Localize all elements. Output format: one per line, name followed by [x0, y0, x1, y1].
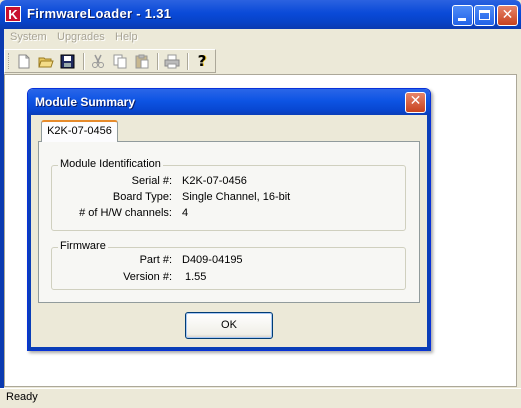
menu-bar: System Upgrades Help: [4, 29, 521, 48]
part-value: D409-04195: [182, 254, 243, 266]
minimize-icon: [458, 18, 466, 21]
version-value: 1.55: [185, 271, 207, 283]
toolbar-separator: [83, 53, 85, 70]
serial-label: Serial #:: [131, 175, 172, 187]
dialog-title-bar[interactable]: Module Summary ✕: [28, 89, 430, 115]
app-logo-icon: K: [5, 6, 21, 22]
main-title-bar[interactable]: K FirmwareLoader - 1.31 ✕: [0, 0, 521, 29]
channels-label: # of H/W channels:: [79, 207, 172, 219]
menu-system[interactable]: System: [10, 31, 47, 43]
toolbar: ?: [4, 49, 216, 73]
status-bar: Ready: [0, 388, 521, 408]
firmware-group: Firmware Part #: Version #: D409-04195 1…: [51, 240, 406, 290]
firmware-labels: Part #: Version #:: [52, 248, 172, 288]
dialog-close-button[interactable]: ✕: [405, 92, 426, 113]
window-title: FirmwareLoader - 1.31: [27, 6, 172, 21]
close-icon: ✕: [501, 7, 514, 23]
module-identification-group: Module Identification Serial #: Board Ty…: [51, 158, 406, 231]
tab-page: Module Identification Serial #: Board Ty…: [38, 141, 420, 303]
channels-value: 4: [182, 207, 189, 219]
board-type-value: Single Channel, 16-bit: [182, 191, 291, 203]
toolbar-separator: [157, 53, 159, 70]
minimize-button[interactable]: [452, 5, 473, 26]
copy-icon[interactable]: [111, 53, 129, 70]
status-text: Ready: [6, 391, 38, 403]
dialog-frame-left: [28, 115, 31, 351]
ok-button[interactable]: OK: [185, 312, 273, 339]
menu-upgrades[interactable]: Upgrades: [57, 31, 105, 43]
part-label: Part #:: [139, 254, 172, 266]
save-icon[interactable]: [59, 53, 77, 70]
close-button[interactable]: ✕: [497, 5, 518, 26]
identification-labels: Serial #: Board Type: # of H/W channels:: [52, 166, 172, 226]
version-label: Version #:: [123, 271, 172, 283]
new-icon[interactable]: [15, 53, 33, 70]
toolbar-separator: [187, 53, 189, 70]
dialog-frame-right: [427, 115, 430, 351]
help-icon[interactable]: ?: [193, 53, 211, 70]
menu-help[interactable]: Help: [115, 31, 138, 43]
close-icon: ✕: [409, 93, 422, 109]
dialog-frame-bottom: [28, 347, 430, 350]
paste-icon[interactable]: [133, 53, 151, 70]
print-icon[interactable]: [163, 53, 181, 70]
open-icon[interactable]: [37, 53, 55, 70]
module-summary-dialog: Module Summary ✕ K2K-07-0456 Module Iden…: [27, 88, 431, 351]
maximize-button[interactable]: [474, 5, 495, 26]
board-type-label: Board Type:: [112, 191, 172, 203]
cut-icon[interactable]: [89, 53, 107, 70]
dialog-title: Module Summary: [35, 95, 136, 109]
toolbar-grip: [8, 53, 11, 69]
tab-module[interactable]: K2K-07-0456: [41, 120, 118, 142]
serial-value: K2K-07-0456: [182, 175, 247, 187]
maximize-icon: [479, 10, 490, 20]
